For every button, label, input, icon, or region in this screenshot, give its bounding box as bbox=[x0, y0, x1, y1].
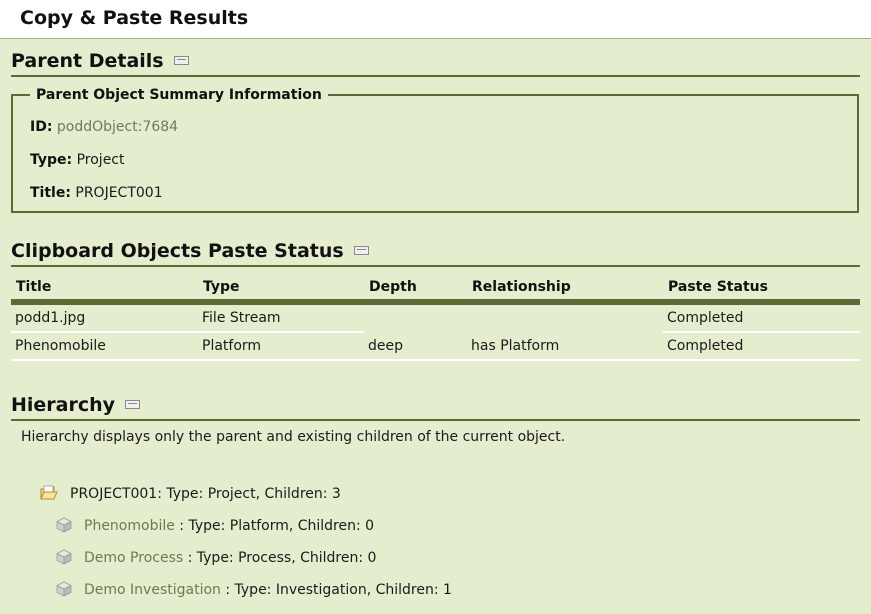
tree-child-link[interactable]: Demo Process bbox=[84, 550, 183, 566]
title-row: Title: PROJECT001 bbox=[30, 185, 163, 201]
column-header-depth: Depth bbox=[364, 275, 467, 305]
table-row: Phenomobile Platform deep has Platform C… bbox=[11, 332, 860, 361]
folder-icon bbox=[40, 485, 58, 505]
column-header-relationship: Relationship bbox=[467, 275, 663, 305]
column-header-type: Type bbox=[198, 275, 364, 305]
collapse-toggle-icon[interactable] bbox=[125, 400, 141, 409]
cube-icon bbox=[56, 517, 72, 537]
tree-child-item: Demo Process : Type: Process, Children: … bbox=[56, 549, 376, 569]
hierarchy-heading: Hierarchy bbox=[11, 394, 116, 416]
results-panel: Parent Details Parent Object Summary Inf… bbox=[0, 38, 871, 614]
collapse-toggle-icon[interactable] bbox=[353, 246, 369, 255]
parent-details-header: Parent Details bbox=[11, 47, 860, 77]
column-header-title: Title bbox=[11, 275, 198, 305]
paste-status-heading: Clipboard Objects Paste Status bbox=[11, 240, 344, 262]
parent-details-heading: Parent Details bbox=[11, 50, 164, 72]
parent-summary-legend: Parent Object Summary Information bbox=[36, 87, 322, 103]
tree-root-item: PROJECT001: Type: Project, Children: 3 bbox=[40, 485, 341, 505]
cell-type: File Stream bbox=[198, 302, 364, 333]
tree-child-detail: : Type: Process, Children: 0 bbox=[183, 550, 377, 566]
tree-child-link[interactable]: Demo Investigation bbox=[84, 582, 221, 598]
cell-relationship bbox=[467, 302, 663, 332]
page-header: Copy & Paste Results bbox=[0, 0, 871, 38]
tree-child-link[interactable]: Phenomobile bbox=[84, 518, 175, 534]
cell-depth bbox=[364, 302, 467, 332]
id-row: ID: poddObject:7684 bbox=[30, 119, 178, 135]
table-row: podd1.jpg File Stream Completed bbox=[11, 302, 860, 333]
cell-relationship: has Platform bbox=[467, 332, 663, 361]
paste-status-table: Title Type Depth Relationship Paste Stat… bbox=[11, 275, 860, 361]
id-value: poddObject:7684 bbox=[56, 119, 179, 135]
cell-title: podd1.jpg bbox=[11, 302, 198, 333]
tree-child-item: Phenomobile : Type: Platform, Children: … bbox=[56, 517, 374, 537]
cell-title: Phenomobile bbox=[11, 332, 198, 361]
column-header-paste-status: Paste Status bbox=[663, 275, 860, 305]
hierarchy-header: Hierarchy bbox=[11, 391, 860, 421]
type-value: Project bbox=[76, 152, 125, 168]
type-label: Type: bbox=[30, 152, 73, 168]
tree-child-detail: : Type: Investigation, Children: 1 bbox=[220, 582, 452, 598]
cube-icon bbox=[56, 581, 72, 601]
paste-status-header: Clipboard Objects Paste Status bbox=[11, 237, 860, 267]
cell-paste-status: Completed bbox=[663, 332, 860, 361]
parent-summary-box: Parent Object Summary Information ID: po… bbox=[11, 87, 859, 213]
tree-root-label: PROJECT001: Type: Project, Children: 3 bbox=[70, 486, 341, 502]
type-row: Type: Project bbox=[30, 152, 125, 168]
cube-icon bbox=[56, 549, 72, 569]
id-label: ID: bbox=[30, 119, 53, 135]
tree-child-detail: : Type: Platform, Children: 0 bbox=[174, 518, 375, 534]
table-header-row: Title Type Depth Relationship Paste Stat… bbox=[11, 275, 860, 305]
cell-type: Platform bbox=[198, 332, 364, 361]
title-value: PROJECT001 bbox=[75, 185, 163, 201]
collapse-toggle-icon[interactable] bbox=[173, 56, 189, 65]
cell-paste-status: Completed bbox=[663, 302, 860, 333]
cell-depth: deep bbox=[364, 332, 467, 361]
tree-child-item: Demo Investigation : Type: Investigation… bbox=[56, 581, 452, 601]
hierarchy-description: Hierarchy displays only the parent and e… bbox=[21, 429, 566, 445]
title-label: Title: bbox=[30, 185, 71, 201]
page-title: Copy & Paste Results bbox=[20, 7, 249, 29]
